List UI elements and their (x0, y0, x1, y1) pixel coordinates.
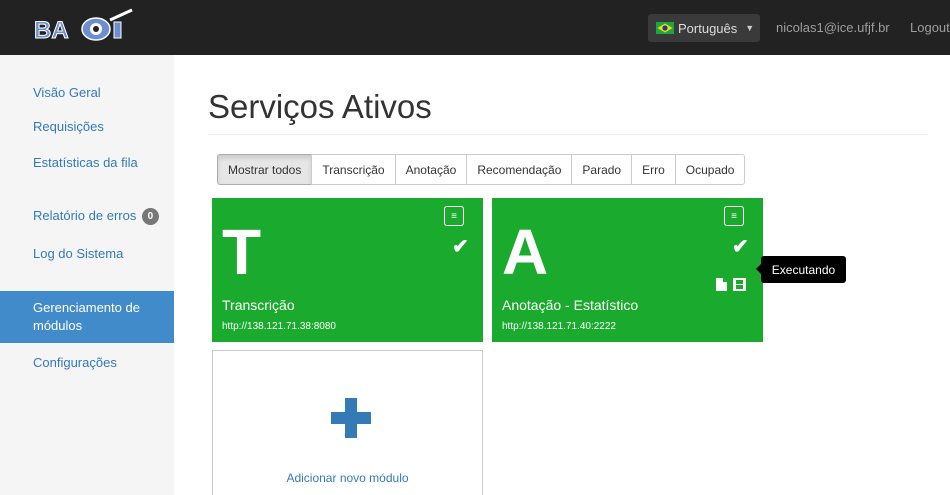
sidebar-item-visao-geral[interactable]: Visão Geral (0, 84, 174, 102)
sidebar-item-label: Visão Geral (33, 85, 101, 100)
film-icon[interactable] (733, 278, 746, 291)
sidebar-item-label: Relatório de erros (33, 208, 137, 223)
checkmark-icon: ✔ (732, 236, 749, 258)
filter-button-group: Mostrar todos Transcrição Anotação Recom… (217, 154, 746, 185)
module-letter: T (222, 216, 262, 288)
hamburger-icon: ≡ (731, 210, 737, 222)
filter-recomendacao-button[interactable]: Recomendação (466, 154, 573, 185)
sidebar-item-requisicoes[interactable]: Requisições (0, 118, 174, 136)
sidebar-item-log-sistema[interactable]: Log do Sistema (0, 245, 174, 263)
sidebar: Visão Geral Requisições Estatísticas da … (0, 55, 174, 495)
module-name: Anotação - Estatístico (502, 297, 639, 313)
module-menu-button[interactable]: ≡ (444, 206, 464, 226)
sidebar-item-relatorio-erros[interactable]: Relatório de erros 0 (0, 207, 174, 225)
sidebar-item-label: Log do Sistema (33, 246, 124, 261)
language-label: Português (678, 20, 738, 36)
page-title: Serviços Ativos (208, 88, 432, 125)
brazil-flag-icon (656, 22, 674, 34)
plus-icon (331, 398, 371, 438)
sidebar-item-label: Configurações (33, 355, 117, 370)
filter-anotacao-button[interactable]: Anotação (394, 154, 468, 185)
sidebar-item-estatisticas[interactable]: Estatísticas da fila (0, 154, 174, 172)
module-card-anotacao[interactable]: A ≡ ✔ Anotação - Estatístico http://138.… (492, 198, 763, 342)
title-divider (208, 134, 928, 135)
hamburger-icon: ≡ (451, 210, 457, 222)
file-icon[interactable] (716, 278, 727, 291)
module-card-transcricao[interactable]: T ≡ ✔ Transcrição http://138.121.71.38:8… (212, 198, 483, 342)
badi-logo[interactable]: BA (32, 8, 142, 48)
filter-transcricao-button[interactable]: Transcrição (311, 154, 396, 185)
filter-show-all-button[interactable]: Mostrar todos (217, 154, 313, 185)
sidebar-item-label: Requisições (33, 119, 104, 134)
language-dropdown[interactable]: Português ▼ (648, 14, 760, 42)
user-email-link[interactable]: nicolas1@ice.ufjf.br (776, 20, 890, 35)
top-navbar: BA Português ▼ nicolas1@ice.ufjf.br Logo… (0, 0, 950, 55)
filter-parado-button[interactable]: Parado (571, 154, 633, 185)
module-file-icons (716, 278, 746, 291)
checkmark-icon: ✔ (452, 236, 469, 258)
caret-down-icon: ▼ (745, 23, 755, 33)
module-menu-button[interactable]: ≡ (724, 206, 744, 226)
status-tooltip: Executando (756, 256, 846, 283)
add-module-card[interactable]: Adicionar novo módulo (212, 350, 483, 495)
filter-ocupado-button[interactable]: Ocupado (674, 154, 746, 185)
logout-link[interactable]: Logout (910, 20, 950, 35)
module-url: http://138.121.71.40:2222 (502, 321, 616, 332)
sidebar-item-gerenciamento-modulos[interactable]: Gerenciamento de módulos (0, 291, 174, 343)
add-module-label: Adicionar novo módulo (286, 471, 409, 485)
module-name: Transcrição (222, 297, 295, 313)
module-url: http://138.121.71.38:8080 (222, 321, 336, 332)
sidebar-item-label: Gerenciamento de módulos (33, 300, 140, 333)
error-count-badge: 0 (141, 208, 159, 225)
svg-text:BA: BA (34, 17, 69, 44)
filter-erro-button[interactable]: Erro (631, 154, 676, 185)
sidebar-item-label: Estatísticas da fila (33, 155, 138, 170)
module-letter: A (502, 216, 549, 288)
sidebar-item-configuracoes[interactable]: Configurações (0, 354, 174, 372)
